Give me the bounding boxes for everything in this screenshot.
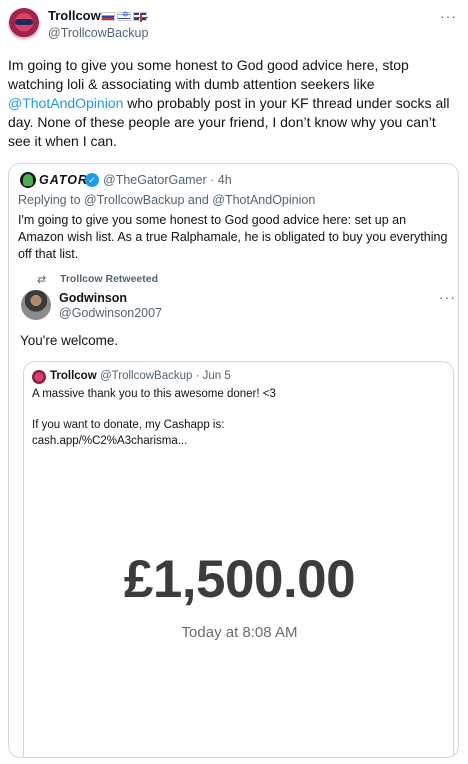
- nested-quoted-tweet[interactable]: Trollcow @TrollcowBackup · Jun 5 A massi…: [23, 361, 454, 757]
- replying-to: Replying to @TrollcowBackup and @ThotAnd…: [18, 193, 316, 207]
- quoted-author-name[interactable]: GATOR: [39, 173, 88, 187]
- inner-author-handle[interactable]: @Godwinson2007: [59, 306, 162, 320]
- nested-meta[interactable]: @TrollcowBackup · Jun 5: [100, 370, 231, 382]
- author-name[interactable]: Trollcow: [48, 8, 101, 24]
- author-handle[interactable]: @TrollcowBackup: [48, 26, 148, 40]
- tweet-text-part1: Im going to give you some honest to God …: [8, 57, 409, 92]
- verified-badge-icon: ✓: [85, 173, 99, 187]
- quoted-meta[interactable]: @TheGatorGamer · 4h: [103, 173, 232, 187]
- donation-date: Today at 8:08 AM: [181, 624, 298, 641]
- retweet-label[interactable]: Trollcow Retweeted: [60, 273, 158, 285]
- mention-link[interactable]: @ThotAndOpinion: [8, 95, 123, 111]
- inner-author-name[interactable]: Godwinson: [59, 291, 127, 305]
- nested-author-name[interactable]: Trollcow: [50, 370, 97, 382]
- russia-flag-icon: [101, 12, 115, 21]
- quoted-text: I'm going to give you some honest to God…: [18, 213, 448, 261]
- author-flags: [101, 10, 148, 22]
- godwinson-avatar[interactable]: [21, 290, 51, 320]
- inner-text: You're welcome.: [20, 333, 119, 348]
- nested-text: A massive thank you to this awesome done…: [32, 388, 276, 447]
- uk-flag-icon: [133, 12, 148, 22]
- author-avatar[interactable]: [8, 8, 40, 40]
- gator-avatar[interactable]: [20, 172, 36, 188]
- tweet: Trollcow @TrollcowBackup ··· Im going to…: [0, 0, 468, 764]
- more-dots-icon[interactable]: ···: [440, 8, 457, 24]
- more-dots-icon[interactable]: ···: [439, 289, 456, 305]
- retweet-icon: ⇄: [37, 274, 47, 286]
- nested-author-avatar[interactable]: [32, 370, 46, 384]
- donation-amount: £1,500.00: [123, 550, 356, 609]
- quoted-tweet[interactable]: GATOR ✓ @TheGatorGamer · 4h Replying to …: [8, 163, 459, 758]
- tweet-text: Im going to give you some honest to God …: [8, 56, 460, 151]
- israel-flag-icon: [117, 10, 131, 21]
